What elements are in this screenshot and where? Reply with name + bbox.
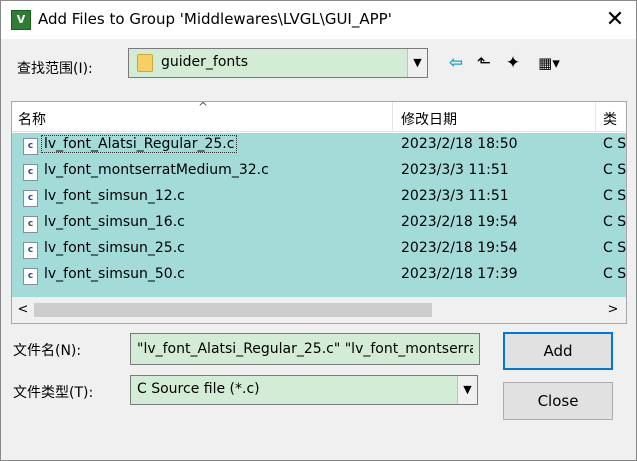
file-name: lv_font_simsun_50.c: [44, 266, 185, 282]
file-name-label: 文件名(N):: [13, 343, 82, 359]
file-type-label: 文件类型(T):: [13, 385, 94, 401]
c-file-icon: c: [23, 164, 38, 181]
file-name: lv_font_simsun_16.c: [44, 214, 185, 230]
scroll-right-icon[interactable]: >: [604, 300, 622, 320]
look-in-value: guider_fonts: [161, 54, 249, 70]
file-name: lv_font_simsun_12.c: [44, 188, 185, 204]
file-type-dropdown[interactable]: C Source file (*.c) ▼: [130, 375, 478, 405]
column-divider[interactable]: [392, 102, 393, 132]
file-list-header: 名称 ^ 修改日期 类: [12, 102, 626, 132]
title-bar: V Add Files to Group 'Middlewares\LVGL\G…: [1, 1, 636, 39]
file-type: C S: [603, 240, 627, 256]
horizontal-scrollbar[interactable]: < >: [12, 297, 626, 323]
c-file-icon: c: [23, 242, 38, 259]
file-date: 2023/2/18 18:50: [401, 136, 518, 152]
close-icon[interactable]: ✕: [599, 5, 631, 35]
file-row[interactable]: c lv_font_simsun_50.c 2023/2/18 17:39 C …: [12, 263, 626, 289]
c-file-icon: c: [23, 190, 38, 207]
c-file-icon: c: [23, 268, 38, 285]
file-row[interactable]: c lv_font_montserratMedium_32.c 2023/3/3…: [12, 159, 626, 185]
file-date: 2023/2/18 19:54: [401, 240, 518, 256]
new-folder-icon[interactable]: ✦: [501, 52, 525, 74]
view-menu-icon[interactable]: ▦▾: [531, 52, 567, 74]
add-button[interactable]: Add: [503, 332, 613, 370]
file-list[interactable]: 名称 ^ 修改日期 类 c lv_font_Alatsi_Regular_25.…: [11, 101, 627, 324]
file-name: lv_font_simsun_25.c: [44, 240, 185, 256]
file-type: C S: [603, 162, 627, 178]
chevron-down-icon[interactable]: ▼: [457, 376, 477, 404]
file-name-input[interactable]: [130, 333, 480, 365]
file-date: 2023/2/18 17:39: [401, 266, 518, 282]
sort-ascending-icon: ^: [198, 101, 209, 114]
file-type: C S: [603, 136, 627, 152]
column-header-type[interactable]: 类: [603, 109, 617, 129]
file-date: 2023/3/3 11:51: [401, 188, 509, 204]
chevron-down-icon[interactable]: ▼: [407, 49, 427, 77]
window-title: Add Files to Group 'Middlewares\LVGL\GUI…: [38, 10, 392, 28]
scroll-left-icon[interactable]: <: [14, 300, 32, 320]
look-in-label: 查找范围(I):: [17, 61, 93, 77]
file-type: C S: [603, 214, 627, 230]
file-name: lv_font_Alatsi_Regular_25.c: [40, 135, 238, 153]
file-row[interactable]: c lv_font_Alatsi_Regular_25.c 2023/2/18 …: [12, 133, 626, 159]
file-row[interactable]: c lv_font_simsun_16.c 2023/2/18 19:54 C …: [12, 211, 626, 237]
file-row[interactable]: c lv_font_simsun_25.c 2023/2/18 19:54 C …: [12, 237, 626, 263]
back-arrow-icon[interactable]: ⇦: [445, 52, 467, 74]
c-file-icon: c: [23, 216, 38, 233]
c-file-icon: c: [23, 138, 38, 155]
look-in-dropdown[interactable]: guider_fonts ▼: [128, 48, 428, 78]
file-name: lv_font_montserratMedium_32.c: [44, 162, 269, 178]
close-button[interactable]: Close: [503, 382, 613, 420]
keil-app-icon: V: [11, 10, 31, 30]
file-type-value: C Source file (*.c): [137, 381, 260, 397]
file-date: 2023/2/18 19:54: [401, 214, 518, 230]
file-type: C S: [603, 188, 627, 204]
scrollbar-thumb[interactable]: [34, 303, 432, 317]
column-divider[interactable]: [595, 102, 596, 132]
file-row[interactable]: c lv_font_simsun_12.c 2023/3/3 11:51 C S: [12, 185, 626, 211]
file-type: C S: [603, 266, 627, 282]
column-header-name[interactable]: 名称: [18, 109, 46, 129]
add-files-dialog: V Add Files to Group 'Middlewares\LVGL\G…: [0, 0, 637, 461]
folder-icon: [137, 54, 153, 72]
column-header-date[interactable]: 修改日期: [401, 109, 457, 129]
up-folder-icon[interactable]: ⬑: [473, 52, 495, 74]
file-rows: c lv_font_Alatsi_Regular_25.c 2023/2/18 …: [12, 133, 626, 297]
file-date: 2023/3/3 11:51: [401, 162, 509, 178]
